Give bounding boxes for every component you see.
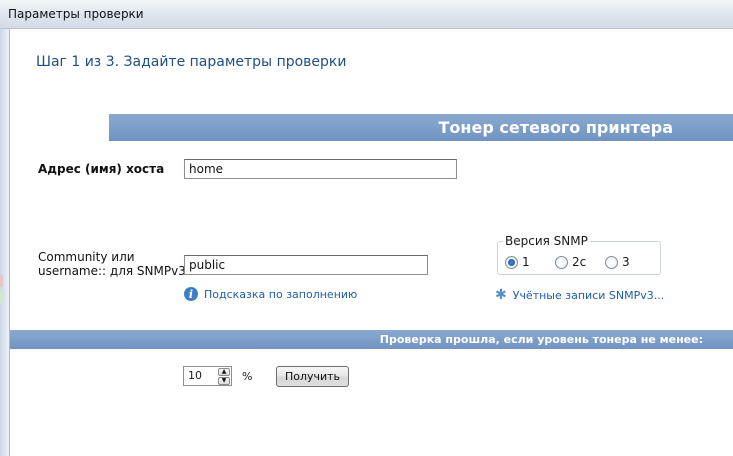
- threshold-header: Проверка прошла, если уровень тонера не …: [10, 330, 733, 349]
- threshold-stepper[interactable]: 10 ▲ ▼: [183, 366, 232, 386]
- step-title: Шаг 1 из 3. Задайте параметры проверки: [36, 54, 347, 70]
- threshold-title: Проверка прошла, если уровень тонера не …: [379, 333, 703, 346]
- gear-icon: ✱: [495, 287, 507, 303]
- snmpv3-accounts-label[interactable]: Учётные записи SNMPv3...: [513, 289, 664, 302]
- snmp-radio-1[interactable]: 1: [505, 255, 530, 269]
- percent-unit: %: [242, 370, 253, 383]
- radio-circle[interactable]: [605, 255, 618, 269]
- frame-marker-red: [0, 275, 3, 287]
- host-label: Адрес (имя) хоста: [38, 162, 165, 176]
- section-title: Тонер сетевого принтера: [438, 118, 673, 137]
- get-button[interactable]: Получить: [276, 366, 349, 387]
- fill-hint-label[interactable]: Подсказка по заполнению: [204, 288, 357, 301]
- stepper-up-icon[interactable]: ▲: [218, 368, 230, 376]
- frame-marker-green: [0, 291, 3, 303]
- stepper-down-icon[interactable]: ▼: [218, 377, 230, 385]
- host-input[interactable]: [184, 159, 457, 179]
- window-title: Параметры проверки: [8, 7, 144, 21]
- left-frame: [0, 29, 10, 456]
- stepper-buttons: ▲ ▼: [218, 368, 230, 385]
- community-label: Community или username:: для SNMPv3: [38, 250, 186, 278]
- snmp-radio-2c[interactable]: 2c: [555, 255, 586, 269]
- snmp-radio-1-label: 1: [522, 255, 530, 269]
- community-label-line1: Community или: [38, 250, 135, 264]
- title-bar: Параметры проверки: [0, 0, 733, 29]
- community-label-line2: username:: для SNMPv3: [38, 264, 186, 278]
- fill-hint-link[interactable]: i Подсказка по заполнению: [184, 287, 357, 301]
- snmp-radio-3[interactable]: 3: [605, 255, 630, 269]
- snmp-version-legend: Версия SNMP: [503, 234, 590, 248]
- snmp-radio-3-label: 3: [622, 255, 630, 269]
- community-input[interactable]: [184, 255, 428, 275]
- info-icon: i: [184, 287, 198, 301]
- threshold-value[interactable]: 10: [188, 369, 202, 382]
- snmp-radio-2c-label: 2c: [572, 255, 587, 269]
- content-area: Шаг 1 из 3. Задайте параметры проверки Т…: [10, 29, 733, 456]
- section-header: Тонер сетевого принтера: [109, 114, 733, 141]
- radio-circle[interactable]: [505, 255, 518, 269]
- snmpv3-accounts-link[interactable]: ✱ Учётные записи SNMPv3...: [495, 287, 664, 303]
- radio-circle[interactable]: [555, 255, 568, 269]
